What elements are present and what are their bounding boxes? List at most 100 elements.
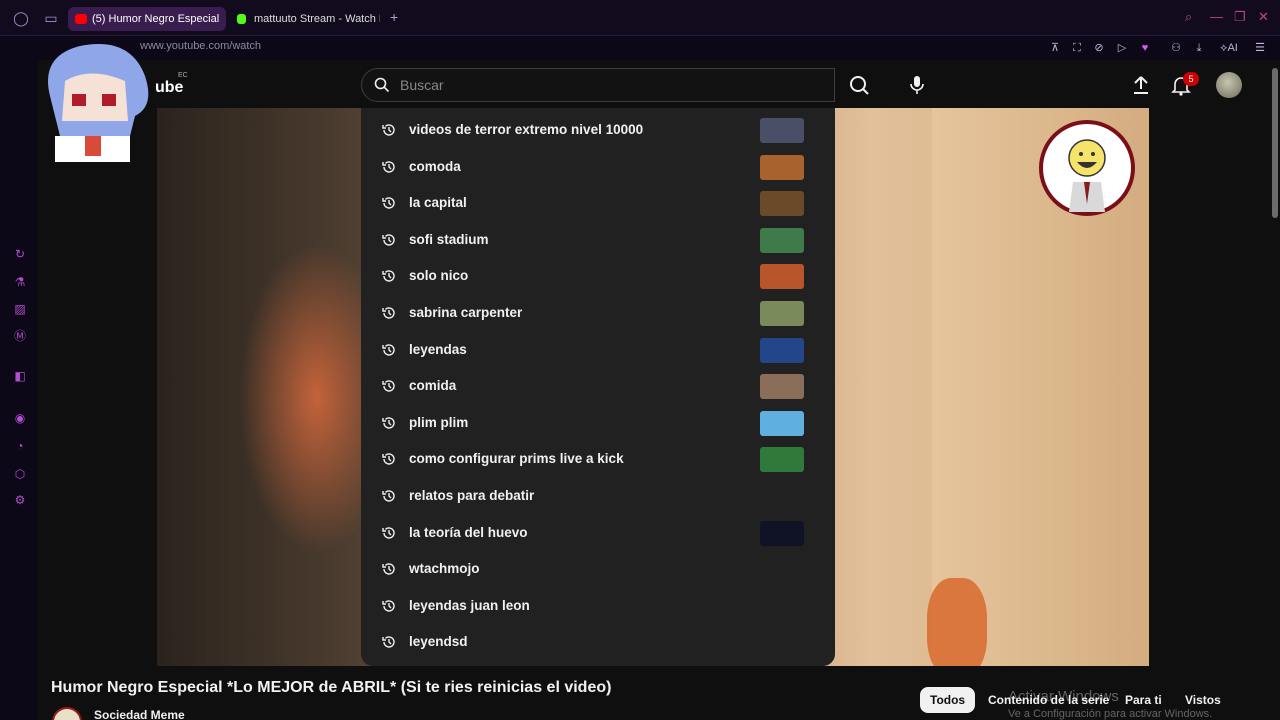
gx-icon[interactable]: ▨ [12,301,28,317]
upload-icon[interactable] [1130,74,1152,96]
search-tabs-icon[interactable]: ⌕ [1185,9,1192,25]
easy-setup-icon[interactable]: ☰ [1252,40,1268,56]
url-text[interactable]: www.youtube.com/watch [140,40,261,52]
refresh-icon[interactable]: ↻ [12,246,28,262]
anime-mascot-sticker [48,44,149,162]
account-icon[interactable]: ⚇ [1168,40,1184,56]
new-tab-plus-icon[interactable]: + [390,9,398,25]
minimize-icon[interactable]: — [1210,9,1223,24]
suggestion-thumbnail [760,191,804,217]
suggestion-text: comida [409,378,457,394]
pin-icon[interactable]: ⊼ [1047,40,1063,56]
youtube-logo[interactable]: ube [155,79,183,97]
history-clock-icon [382,380,395,392]
history-clock-icon [382,124,395,136]
history-clock-icon [382,343,395,356]
video-blur-shape [927,578,987,666]
browser-tab-bar: ◯ ▭ (5) Humor Negro Especial mattuuto St… [0,0,1280,36]
settings-icon[interactable]: ⚙ [12,492,28,508]
search-suggestion-item[interactable]: comoda [361,149,835,185]
history-clock-icon [382,636,395,649]
search-box[interactable] [361,68,835,102]
search-suggestion-item[interactable]: la teoría del huevo [361,515,835,551]
search-suggestion-item[interactable]: relatos para debatir [361,478,835,514]
suggestion-text: sofi stadium [409,231,489,247]
suggestion-text: plim plim [409,414,469,430]
twitch-icon[interactable]: ◧ [12,368,28,384]
address-bar: www.youtube.com/watch ⊼ ⛶ ⊘ ▷ ♥ ⚇ ⤓ ⟡AI … [0,36,1280,60]
search-suggestion-item[interactable]: la capital [361,185,835,221]
play-icon[interactable]: ▷ [1114,40,1130,56]
close-icon[interactable]: ✕ [1258,9,1269,25]
tab-menu-icon[interactable]: ▭ [42,9,60,27]
suggestion-thumbnail [760,374,804,400]
shopping-icon[interactable]: ⚗ [12,274,28,290]
search-suggestion-item[interactable]: leyendas [361,332,835,368]
suggestion-text: comoda [409,158,461,174]
suggestion-thumbnail [760,301,804,326]
suggestion-thumbnail [760,118,804,143]
messenger-icon[interactable]: Ⓜ [12,328,28,344]
microphone-icon[interactable] [904,72,930,98]
adblock-icon[interactable]: ⊘ [1091,40,1107,56]
search-button-icon [850,76,869,95]
suggestion-text: solo nico [409,268,469,284]
history-clock-icon [382,234,395,246]
youtube-header: ube EC 5 [38,60,1270,108]
search-suggestions-dropdown: videos de terror extremo nivel 10000 como… [361,108,835,666]
history-clock-icon [382,600,395,612]
player-icon[interactable]: ◉ [12,410,28,426]
video-title: Humor Negro Especial *Lo MEJOR de ABRIL*… [51,679,612,696]
history-icon[interactable]: ◔ [12,438,28,454]
awesome-face-icon [1068,139,1106,212]
search-suggestion-item[interactable]: plim plim [361,405,835,441]
suggestion-text: como configurar prims live a kick [409,451,624,467]
search-suggestion-item[interactable]: sofi stadium [361,222,835,258]
restore-icon[interactable]: ❐ [1234,9,1246,25]
suggestion-thumbnail [760,520,804,546]
chip-todos[interactable]: Todos [920,687,976,713]
suggestion-text: la capital [409,195,467,211]
suggestion-thumbnail [760,337,804,363]
region-code: EC [178,72,188,79]
search-icon [374,77,390,93]
snapshot-icon[interactable]: ⛶ [1069,40,1085,56]
search-suggestion-item[interactable]: sabrina carpenter [361,295,835,331]
user-avatar[interactable] [1216,72,1242,98]
tab-youtube[interactable]: (5) Humor Negro Especial [68,7,226,31]
kick-favicon-icon [237,14,246,24]
search-suggestion-item[interactable]: videos de terror extremo nivel 10000 [361,112,835,148]
suggestion-thumbnail [760,410,804,436]
opera-logo-icon[interactable]: ◯ [12,9,30,27]
download-icon[interactable]: ⤓ [1191,40,1207,56]
history-clock-icon [382,197,395,209]
history-clock-icon [382,417,395,429]
suggestion-text: leyendas juan leon [409,597,530,613]
search-suggestion-item[interactable]: comida [361,368,835,404]
search-suggestion-item[interactable]: leyendas juan leon [361,588,835,624]
page-scrollbar[interactable] [1270,60,1280,720]
channel-name[interactable]: Sociedad Meme [94,708,185,720]
scrollbar-thumb[interactable] [1272,68,1278,218]
suggestion-thumbnail [760,264,804,290]
search-button[interactable] [835,68,887,102]
tab-kick[interactable]: mattuuto Stream - Watch L [230,7,380,31]
search-suggestion-item[interactable]: como configurar prims live a kick [361,441,835,477]
search-suggestion-item[interactable]: leyendsd [361,624,835,660]
suggestion-thumbnail [760,227,804,253]
suggestion-text: wtachmojo [409,561,480,577]
suggestion-text: leyendas [409,341,467,357]
suggestion-text: sabrina carpenter [409,305,523,320]
history-clock-icon [382,270,395,283]
history-clock-icon [382,526,395,539]
search-suggestion-item[interactable]: solo nico [361,258,835,294]
heart-icon[interactable]: ♥ [1137,40,1153,56]
search-suggestion-item[interactable]: wtachmojo [361,551,835,587]
extensions-icon[interactable]: ⬡ [12,466,28,482]
suggestion-text: leyendsd [409,634,468,650]
suggestion-thumbnail [760,154,804,180]
meme-face-overlay [1039,120,1135,216]
ai-button[interactable]: ⟡AI [1216,40,1242,56]
channel-avatar[interactable] [52,707,82,720]
search-input[interactable] [400,69,820,101]
